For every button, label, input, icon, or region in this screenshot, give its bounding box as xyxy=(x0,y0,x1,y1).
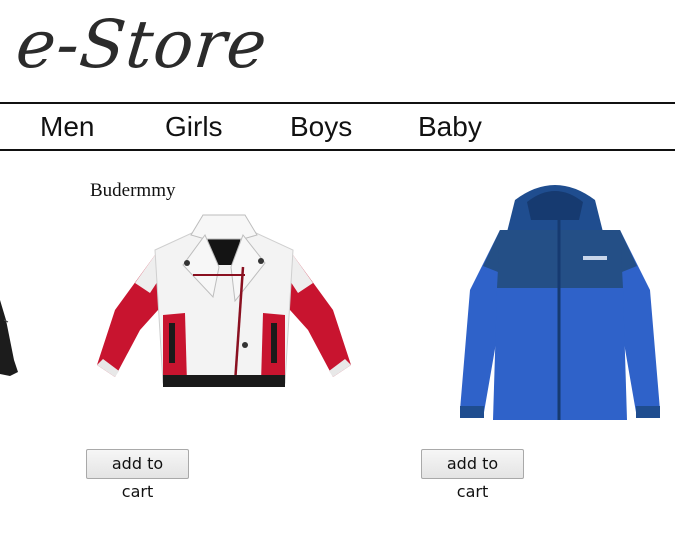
nav-item-boys[interactable]: Boys xyxy=(290,109,352,145)
add-to-cart-button[interactable]: add to cart xyxy=(86,449,189,501)
category-nav: Men Girls Boys Baby xyxy=(0,102,675,151)
product-image-rain-jacket[interactable] xyxy=(455,170,665,430)
nav-item-baby[interactable]: Baby xyxy=(418,109,482,145)
product-image-partial[interactable] xyxy=(0,290,20,380)
add-to-cart-button[interactable]: add to cart xyxy=(421,449,524,501)
store-logo[interactable]: e-Store xyxy=(12,0,272,90)
nav-item-girls[interactable]: Girls xyxy=(165,109,223,145)
nav-item-men[interactable]: Men xyxy=(40,109,94,145)
product-image-biker-jacket[interactable] xyxy=(95,205,353,395)
product-name[interactable]: Budermmy xyxy=(90,180,176,202)
